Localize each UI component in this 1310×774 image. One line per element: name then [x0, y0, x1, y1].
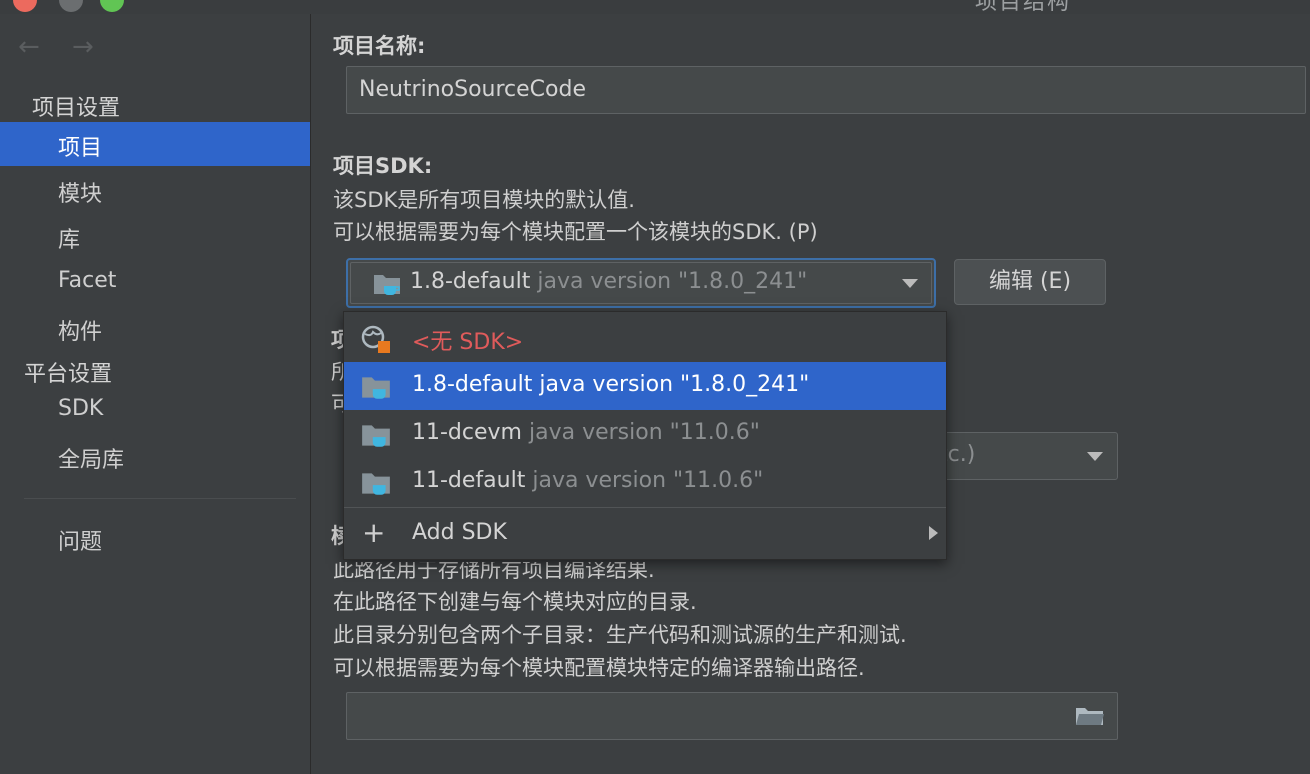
sidebar-item-label: 全局库 [58, 448, 125, 473]
sidebar-item-label: 库 [58, 228, 81, 253]
project-sdk-combobox[interactable]: 1.8-default java version "1.8.0_241" [346, 258, 936, 308]
sdk-option-11-default[interactable]: 11-default java version "11.0.6" [344, 458, 946, 506]
back-arrow-icon[interactable]: ← [18, 32, 40, 62]
sidebar-item-label: 项目 [58, 136, 103, 161]
chevron-right-icon [929, 526, 938, 540]
window-title: 项目结构 [975, 0, 1072, 14]
sdk-option-version: java version "11.0.6" [532, 468, 764, 493]
platform-settings-header: 平台设置 [24, 362, 113, 387]
sidebar-item-sdk[interactable]: SDK [0, 388, 310, 432]
sdk-option-label: <无 SDK> [412, 330, 524, 355]
popup-separator [344, 507, 946, 508]
selected-sdk-version: java version "1.8.0_241" [537, 269, 808, 294]
sdk-option-version: java version "11.0.6" [528, 420, 760, 445]
sidebar-item-problems[interactable]: 问题 [0, 516, 310, 560]
sdk-option-1-8-default[interactable]: 1.8-default java version "1.8.0_241" [344, 362, 946, 410]
sdk-description-1: 该SDK是所有项目模块的默认值. [333, 188, 635, 212]
sidebar-item-label: 模块 [58, 182, 103, 207]
sidebar: ← → 项目设置 项目 模块 库 Facet 构件 平台设置 SDK 全局库 问… [0, 14, 311, 774]
maximize-window-button[interactable] [100, 0, 124, 12]
project-name-input[interactable]: NeutrinoSourceCode [346, 66, 1306, 114]
sidebar-item-modules[interactable]: 模块 [0, 168, 310, 212]
add-sdk-menu-item[interactable]: + Add SDK [344, 510, 946, 558]
sdk-option-no-sdk[interactable]: <无 SDK> [344, 314, 946, 362]
chevron-down-icon [902, 279, 918, 288]
edit-sdk-button[interactable]: 编辑 (E) [954, 259, 1106, 305]
chevron-down-icon [1087, 452, 1103, 461]
close-window-button[interactable] [13, 0, 37, 12]
jdk-folder-icon [362, 377, 390, 399]
compiler-output-path-field[interactable] [346, 692, 1118, 740]
sidebar-item-label: 构件 [58, 320, 103, 345]
sidebar-item-global-libraries[interactable]: 全局库 [0, 434, 310, 478]
project-name-label: 项目名称: [333, 34, 426, 58]
sdk-dropdown-popup: <无 SDK> 1.8-default java version "1.8.0_… [343, 311, 947, 560]
sidebar-item-label: 问题 [58, 530, 103, 555]
project-settings-header: 项目设置 [32, 96, 121, 121]
jdk-folder-icon [374, 275, 400, 295]
selected-sdk-name: 1.8-default [410, 269, 531, 294]
add-sdk-label: Add SDK [412, 520, 507, 545]
sidebar-item-label: Facet [58, 268, 117, 293]
forward-arrow-icon[interactable]: → [72, 32, 94, 62]
sidebar-item-label: SDK [58, 396, 104, 421]
sdk-option-11-dcevm[interactable]: 11-dcevm java version "11.0.6" [344, 410, 946, 458]
sidebar-item-libraries[interactable]: 库 [0, 214, 310, 258]
sdk-option-version: java version "1.8.0_241" [539, 372, 810, 397]
jdk-folder-icon [362, 425, 390, 447]
sidebar-item-project[interactable]: 项目 [0, 122, 310, 166]
sdk-option-label: 11-default [412, 468, 526, 493]
output-description-2: 在此路径下创建与每个模块对应的目录. [333, 590, 697, 614]
sdk-option-label: 11-dcevm [412, 420, 522, 445]
project-sdk-label: 项目SDK: [333, 154, 433, 178]
sidebar-item-facets[interactable]: Facet [0, 260, 310, 304]
title-bar: 项目结构 [0, 0, 1310, 14]
jdk-folder-icon [362, 473, 390, 495]
plus-icon: + [362, 516, 386, 549]
sdk-option-label: 1.8-default [412, 372, 533, 397]
globe-nosdk-icon [361, 325, 390, 353]
minimize-window-button[interactable] [59, 0, 83, 12]
output-description-4: 可以根据需要为每个模块配置模块特定的编译器输出路径. [333, 656, 865, 680]
project-name-value: NeutrinoSourceCode [359, 77, 587, 102]
sidebar-item-artifacts[interactable]: 构件 [0, 306, 310, 350]
output-description-3: 此目录分别包含两个子目录：生产代码和测试源的生产和测试. [333, 623, 907, 647]
sdk-description-2: 可以根据需要为每个模块配置一个该模块的SDK. (P) [333, 220, 818, 244]
browse-folder-icon[interactable] [1075, 705, 1105, 727]
sidebar-divider [24, 498, 296, 499]
